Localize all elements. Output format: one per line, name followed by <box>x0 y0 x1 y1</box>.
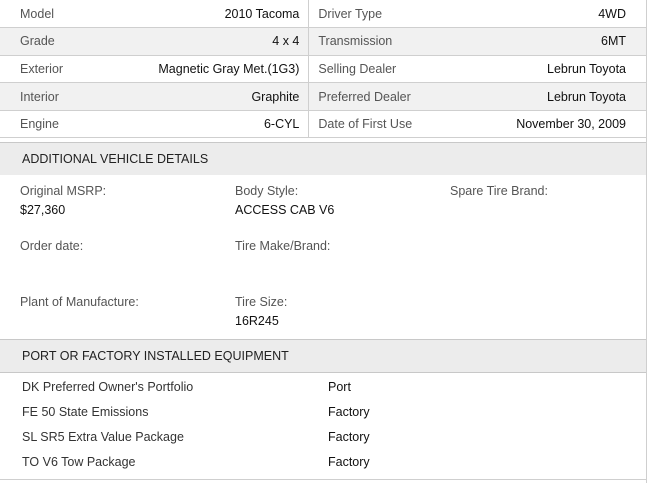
vehicle-spec-table: Model 2010 Tacoma Driver Type 4WD Grade … <box>0 0 646 139</box>
field-value: $27,360 <box>20 203 66 217</box>
right-border <box>646 0 647 483</box>
spec-label: Engine <box>0 110 92 139</box>
spec-value: 6MT <box>458 27 646 56</box>
spec-row-engine: Engine 6-CYL Date of First Use November … <box>0 110 646 139</box>
spec-value: Lebrun Toyota <box>458 55 646 84</box>
spec-value: Graphite <box>91 82 310 111</box>
spec-value: 6-CYL <box>91 110 310 139</box>
spec-row-interior: Interior Graphite Preferred Dealer Lebru… <box>0 82 646 111</box>
equipment-type: Factory <box>328 404 370 419</box>
spec-row-grade: Grade 4 x 4 Transmission 6MT <box>0 27 646 56</box>
equipment-row: FE 50 State Emissions Factory <box>0 399 646 424</box>
body-style-field: Body Style: ACCESS CAB V6 <box>235 184 334 217</box>
equipment-row: DK Preferred Owner's Portfolio Port <box>0 374 646 399</box>
spec-value: Magnetic Gray Met.(1G3) <box>91 55 310 84</box>
equipment-type: Port <box>328 379 351 394</box>
spec-label: Interior <box>0 82 92 111</box>
equipment-type: Factory <box>328 454 370 469</box>
equipment-row: SL SR5 Extra Value Package Factory <box>0 424 646 449</box>
spec-label: Selling Dealer <box>308 55 459 84</box>
order-date-field: Order date: <box>20 239 83 258</box>
spec-label: Model <box>0 0 92 29</box>
additional-details-panel: Original MSRP: $27,360 Body Style: ACCES… <box>0 175 646 339</box>
spec-label: Date of First Use <box>308 110 459 139</box>
tire-size-field: Tire Size: 16R245 <box>235 295 287 328</box>
bottom-divider <box>0 479 646 480</box>
field-label: Tire Make/Brand: <box>235 239 331 253</box>
spec-value: 4 x 4 <box>91 27 310 56</box>
equipment-name: FE 50 State Emissions <box>22 404 149 419</box>
spec-label: Driver Type <box>308 0 459 29</box>
original-msrp-field: Original MSRP: $27,360 <box>20 184 106 217</box>
spec-value: 2010 Tacoma <box>91 0 310 29</box>
field-label: Tire Size: <box>235 295 288 309</box>
spare-tire-brand-field: Spare Tire Brand: <box>450 184 548 203</box>
equipment-table: DK Preferred Owner's Portfolio Port FE 5… <box>0 374 646 474</box>
equipment-type: Factory <box>328 429 370 444</box>
additional-details-header: ADDITIONAL VEHICLE DETAILS <box>0 142 646 176</box>
spec-label: Preferred Dealer <box>308 82 459 111</box>
field-label: Original MSRP: <box>20 184 107 198</box>
equipment-header: PORT OR FACTORY INSTALLED EQUIPMENT <box>0 339 646 373</box>
equipment-name: SL SR5 Extra Value Package <box>22 429 184 444</box>
spec-value: Lebrun Toyota <box>458 82 646 111</box>
equipment-name: TO V6 Tow Package <box>22 454 136 469</box>
field-label: Spare Tire Brand: <box>450 184 548 198</box>
tire-make-field: Tire Make/Brand: <box>235 239 330 258</box>
spec-row-exterior: Exterior Magnetic Gray Met.(1G3) Selling… <box>0 55 646 84</box>
field-label: Plant of Manufacture: <box>20 295 139 309</box>
plant-of-manufacture-field: Plant of Manufacture: <box>20 295 139 314</box>
spec-row-model: Model 2010 Tacoma Driver Type 4WD <box>0 0 646 29</box>
spec-label: Transmission <box>308 27 459 56</box>
field-value: ACCESS CAB V6 <box>235 203 335 217</box>
equipment-row: TO V6 Tow Package Factory <box>0 449 646 474</box>
field-value: 16R245 <box>235 314 279 328</box>
spec-value: 4WD <box>458 0 646 29</box>
field-label: Order date: <box>20 239 84 253</box>
spec-label: Grade <box>0 27 92 56</box>
field-label: Body Style: <box>235 184 299 198</box>
equipment-name: DK Preferred Owner's Portfolio <box>22 379 194 394</box>
spec-label: Exterior <box>0 55 92 84</box>
spec-value: November 30, 2009 <box>458 110 646 139</box>
